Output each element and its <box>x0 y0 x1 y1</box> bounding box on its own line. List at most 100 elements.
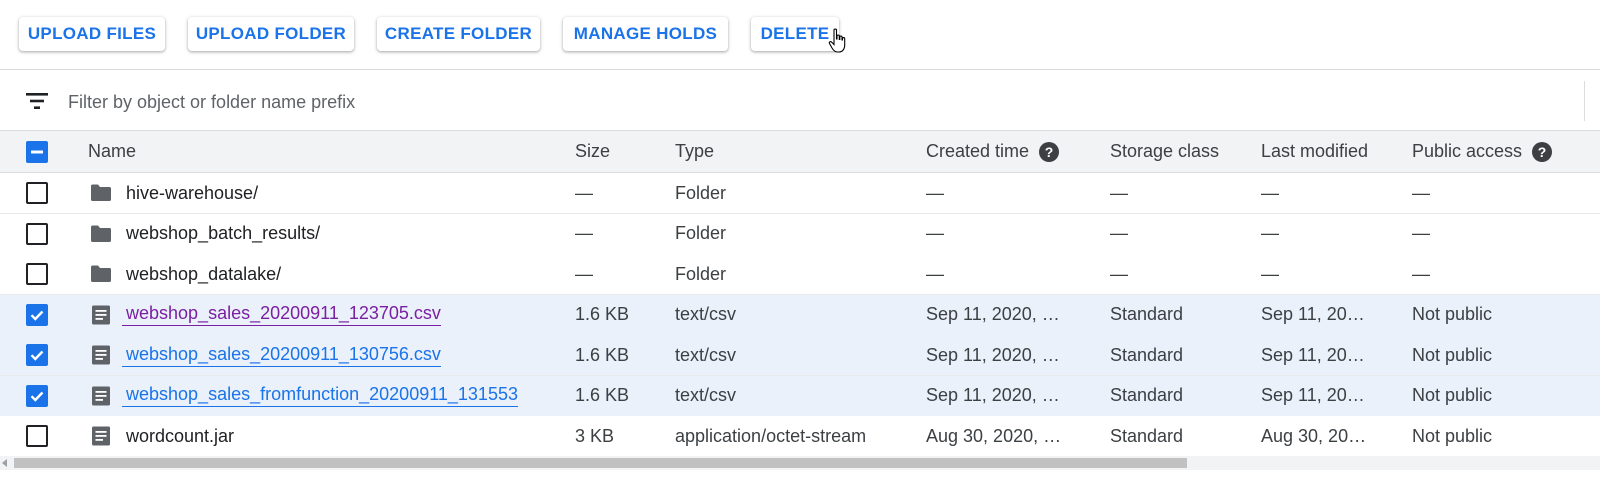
column-header-public-access[interactable]: Public access? <box>1412 131 1600 172</box>
cell-last-modified: Aug 30, 20… <box>1261 425 1367 446</box>
cell-name: webshop_batch_results/ <box>122 214 530 254</box>
cell-created-time: — <box>926 223 944 243</box>
create-folder-button[interactable]: CREATE FOLDER <box>377 17 540 51</box>
row-checkbox[interactable] <box>26 303 48 326</box>
folder-icon <box>90 224 112 244</box>
cell-created-time: — <box>926 182 944 203</box>
cell-storage-class: Standard <box>1110 425 1184 446</box>
column-header-type[interactable]: Type <box>675 131 905 172</box>
cell-type: Folder <box>675 182 727 203</box>
row-checkbox[interactable] <box>26 344 48 366</box>
scroll-left-arrow-icon[interactable] <box>2 459 7 467</box>
row-checkbox[interactable] <box>26 263 48 285</box>
table-header-row: Name Size Type Created time? Storage cla… <box>0 131 1600 173</box>
file-icon <box>90 426 112 446</box>
cell-name: webshop_sales_20200911_130756.csv <box>122 335 530 375</box>
cell-created-time: Aug 30, 2020, … <box>926 425 1062 446</box>
cell-public-access: — <box>1412 263 1430 284</box>
column-header-size[interactable]: Size <box>575 131 655 172</box>
cell-size: — <box>575 223 593 243</box>
object-name-link[interactable]: webshop_sales_20200911_130756.csv <box>122 344 441 367</box>
cell-type: text/csv <box>675 385 737 405</box>
cell-last-modified: — <box>1261 263 1279 284</box>
cell-name: wordcount.jar <box>122 416 530 456</box>
object-name-link[interactable]: webshop_datalake/ <box>126 264 281 285</box>
cell-type: text/csv <box>675 344 737 365</box>
column-header-last-modified[interactable]: Last modified <box>1261 131 1401 172</box>
column-header-name[interactable]: Name <box>88 131 548 172</box>
cell-created-time: Sep 11, 2020, … <box>926 344 1060 365</box>
delete-button[interactable]: DELETE <box>751 17 839 51</box>
cell-created-time: Sep 11, 2020, … <box>926 304 1060 324</box>
cell-public-access: — <box>1412 182 1430 203</box>
object-name-link[interactable]: wordcount.jar <box>126 426 234 447</box>
cell-type: Folder <box>675 263 727 284</box>
cell-name: webshop_sales_fromfunction_20200911_1315… <box>122 376 530 416</box>
cell-size: 1.6 KB <box>575 344 630 365</box>
horizontal-scrollbar[interactable] <box>0 456 1600 470</box>
filter-input[interactable] <box>68 89 1518 115</box>
table-row[interactable]: webshop_sales_20200911_123705.csv 1.6 KB t… <box>0 294 1600 336</box>
help-icon[interactable]: ? <box>1532 141 1553 162</box>
cell-size: — <box>575 182 593 203</box>
manage-holds-button[interactable]: MANAGE HOLDS <box>563 17 728 51</box>
cell-type: text/csv <box>675 304 737 324</box>
file-icon <box>90 305 112 325</box>
cell-name: webshop_sales_20200911_123705.csv <box>122 295 530 335</box>
cell-public-access: Not public <box>1412 344 1493 365</box>
cell-last-modified: — <box>1261 223 1279 243</box>
cell-size: 1.6 KB <box>575 304 630 324</box>
table-row[interactable]: wordcount.jar 3 KB application/octet-strea… <box>0 416 1600 457</box>
upload-folder-button[interactable]: UPLOAD FOLDER <box>188 17 354 51</box>
cell-storage-class: Standard <box>1110 304 1184 324</box>
file-icon <box>90 386 112 406</box>
upload-files-button[interactable]: UPLOAD FILES <box>19 17 165 51</box>
cell-name: webshop_datalake/ <box>122 254 530 294</box>
cell-created-time: — <box>926 263 944 284</box>
cell-storage-class: — <box>1110 223 1128 243</box>
row-checkbox[interactable] <box>26 384 48 407</box>
row-checkbox[interactable] <box>26 222 48 245</box>
folder-icon <box>90 264 112 284</box>
cell-public-access: — <box>1412 223 1430 243</box>
divider <box>1584 81 1585 121</box>
help-icon[interactable]: ? <box>1039 141 1060 162</box>
filter-list-icon[interactable] <box>26 93 48 109</box>
cell-type: Folder <box>675 223 727 243</box>
column-header-storage-class[interactable]: Storage class <box>1110 131 1250 172</box>
cell-public-access: Not public <box>1412 304 1493 324</box>
object-name-link[interactable]: webshop_sales_fromfunction_20200911_1315… <box>122 384 518 407</box>
cell-public-access: Not public <box>1412 425 1493 446</box>
row-checkbox[interactable] <box>26 182 48 204</box>
column-header-created[interactable]: Created time? <box>926 131 1096 172</box>
file-icon <box>90 345 112 365</box>
table-row[interactable]: webshop_sales_20200911_130756.csv 1.6 KB t… <box>0 335 1600 376</box>
object-name-link[interactable]: webshop_sales_20200911_123705.csv <box>122 303 441 326</box>
cell-type: application/octet-stream <box>675 425 867 446</box>
cell-last-modified: Sep 11, 20… <box>1261 304 1365 324</box>
cell-storage-class: — <box>1110 263 1128 284</box>
table-row[interactable]: hive-warehouse/ — Folder — — — — <box>0 173 1600 214</box>
table-row[interactable]: webshop_batch_results/ — Folder — — — — <box>0 213 1600 255</box>
table-row[interactable]: webshop_sales_fromfunction_20200911_1315… <box>0 375 1600 417</box>
object-name-link[interactable]: webshop_batch_results/ <box>126 223 320 244</box>
cell-storage-class: Standard <box>1110 344 1184 365</box>
cell-last-modified: — <box>1261 182 1279 203</box>
cell-storage-class: Standard <box>1110 385 1184 405</box>
row-checkbox[interactable] <box>26 425 48 447</box>
table-row[interactable]: webshop_datalake/ — Folder — — — — <box>0 254 1600 295</box>
object-name-link[interactable]: hive-warehouse/ <box>126 183 258 204</box>
cell-size: 3 KB <box>575 425 615 446</box>
cell-size: — <box>575 263 593 284</box>
cell-public-access: Not public <box>1412 385 1493 405</box>
cell-last-modified: Sep 11, 20… <box>1261 385 1365 405</box>
scrollbar-thumb[interactable] <box>14 458 1187 468</box>
cell-last-modified: Sep 11, 20… <box>1261 344 1365 365</box>
folder-icon <box>90 183 112 203</box>
select-all-checkbox[interactable] <box>26 141 48 163</box>
cell-storage-class: — <box>1110 182 1128 203</box>
action-toolbar: UPLOAD FILES UPLOAD FOLDER CREATE FOLDER… <box>0 0 1600 70</box>
filter-bar <box>0 71 1600 131</box>
cell-created-time: Sep 11, 2020, … <box>926 385 1060 405</box>
hand-cursor-icon <box>828 28 846 53</box>
